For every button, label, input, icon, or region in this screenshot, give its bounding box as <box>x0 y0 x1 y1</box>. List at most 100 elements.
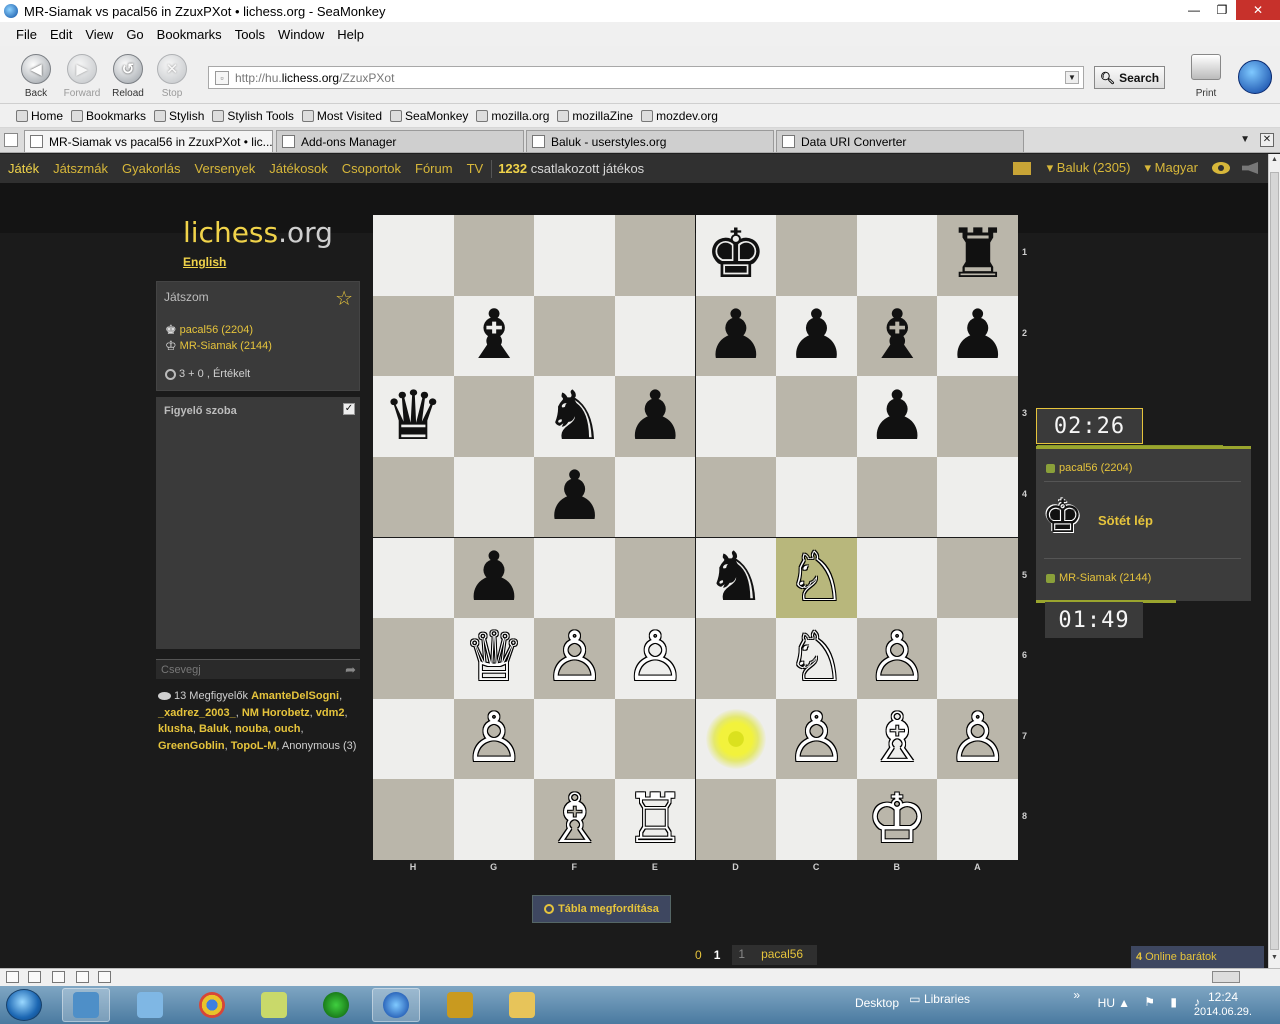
board-square[interactable]: ♝ <box>453 295 535 377</box>
bookmark-most-visited[interactable]: Most Visited <box>301 109 382 123</box>
chess-piece[interactable]: ♟ <box>625 382 686 451</box>
message-envelope-icon[interactable] <box>1012 161 1031 175</box>
network-icon[interactable]: ▮ <box>1170 995 1177 1009</box>
status-icon-mail[interactable] <box>28 971 41 983</box>
board-square[interactable] <box>937 537 1018 619</box>
board-square[interactable] <box>856 456 938 538</box>
board-square[interactable]: ♘ <box>776 537 857 619</box>
chess-piece[interactable]: ♖ <box>625 785 686 854</box>
board-square[interactable]: ♗ <box>856 698 938 780</box>
board-square[interactable]: ♟ <box>856 376 938 457</box>
top-player[interactable]: pacal56 (2204) <box>1046 462 1132 474</box>
reload-button[interactable]: ↺ Reload <box>108 54 148 99</box>
search-button[interactable]: 🔍︎ Search <box>1094 66 1165 89</box>
spectator[interactable]: NM Horobetz <box>242 707 310 719</box>
board-square[interactable] <box>373 618 454 699</box>
chess-piece[interactable]: ♟ <box>867 382 928 451</box>
chess-piece[interactable]: ♟ <box>463 543 524 612</box>
board-square[interactable]: ♟ <box>614 376 696 457</box>
status-icon-online[interactable] <box>6 971 19 983</box>
chess-piece[interactable]: ♞ <box>544 382 605 451</box>
spectator[interactable]: GreenGoblin <box>158 740 225 752</box>
board-square[interactable]: ♙ <box>614 618 696 699</box>
chess-piece[interactable]: ♚ <box>705 221 766 289</box>
board-square[interactable]: ♘ <box>776 618 857 699</box>
board-square[interactable] <box>373 698 454 780</box>
tab-data-uri-converter[interactable]: Data URI Converter <box>776 130 1024 152</box>
user-menu[interactable]: ▾ Baluk (2305) <box>1047 160 1131 176</box>
url-dropdown-icon[interactable]: ▼ <box>1065 71 1079 84</box>
tab-addons-manager[interactable]: Add-ons Manager <box>276 130 524 152</box>
board-square[interactable] <box>614 295 696 377</box>
nav-link-gyakorlas[interactable]: Gyakorlás <box>122 161 181 176</box>
menu-go[interactable]: Go <box>126 27 143 42</box>
status-icon-composer[interactable] <box>52 971 65 983</box>
forward-button[interactable]: ▶ Forward <box>62 54 102 99</box>
board-square[interactable]: ♟ <box>776 295 857 377</box>
board-square[interactable]: ♛ <box>373 376 454 457</box>
board-square[interactable] <box>373 295 454 377</box>
chess-piece[interactable]: ♙ <box>867 624 928 692</box>
board-square[interactable] <box>695 618 777 699</box>
bookmark-seamonkey[interactable]: SeaMonkey <box>390 109 468 123</box>
print-button[interactable]: Print <box>1186 54 1226 99</box>
chess-piece[interactable]: ♗ <box>867 705 928 773</box>
nav-link-jatszmak[interactable]: Játszmák <box>53 161 108 176</box>
board-square[interactable]: ♟ <box>534 456 615 538</box>
chess-piece[interactable]: ♘ <box>786 624 847 692</box>
nav-link-jatekosok[interactable]: Játékosok <box>269 161 328 176</box>
board-square[interactable] <box>614 215 696 296</box>
move-nav-current[interactable]: 1 <box>714 948 721 962</box>
board-square[interactable] <box>937 618 1018 699</box>
libraries-toolbar[interactable]: ▭ Libraries <box>909 992 970 1006</box>
bookmark-bookmarks[interactable]: Bookmarks <box>71 109 146 123</box>
tray-expand-icon[interactable]: » <box>1073 988 1080 1002</box>
minimize-button[interactable]: — <box>1180 0 1208 20</box>
nav-link-forum[interactable]: Fórum <box>415 161 453 176</box>
board-square[interactable] <box>373 456 454 538</box>
board-square[interactable]: ♙ <box>856 618 938 699</box>
star-icon[interactable]: ☆ <box>335 286 353 311</box>
board-square[interactable]: ♕ <box>453 618 535 699</box>
nav-link-csoportok[interactable]: Csoportok <box>342 161 401 176</box>
board-square[interactable] <box>453 456 535 538</box>
board-square[interactable]: ♔ <box>856 779 938 860</box>
chess-piece[interactable]: ♛ <box>383 382 444 451</box>
spectator[interactable]: Baluk <box>199 723 229 735</box>
board-square[interactable] <box>695 698 777 780</box>
eye-icon[interactable] <box>1212 162 1230 174</box>
board-square[interactable] <box>776 215 857 296</box>
board-square[interactable] <box>776 376 857 457</box>
board-square[interactable] <box>453 376 535 457</box>
taskbar-app-green[interactable] <box>312 988 360 1022</box>
taskbar-app-folder[interactable] <box>498 988 546 1022</box>
menu-window[interactable]: Window <box>278 27 324 42</box>
send-arrow-icon[interactable]: ➦ <box>345 662 356 678</box>
chess-piece[interactable]: ♙ <box>625 624 686 692</box>
board-square[interactable] <box>937 779 1018 860</box>
board-square[interactable] <box>614 698 696 780</box>
chess-piece[interactable]: ♝ <box>463 301 524 370</box>
tab-userstyles[interactable]: Baluk - userstyles.org <box>526 130 774 152</box>
speaker-icon[interactable] <box>1242 162 1258 174</box>
chess-piece[interactable]: ♙ <box>947 705 1008 773</box>
board-square[interactable]: ♙ <box>937 698 1018 780</box>
board-square[interactable] <box>614 456 696 538</box>
chess-piece[interactable]: ♟ <box>544 463 605 531</box>
board-square[interactable] <box>695 456 777 538</box>
menu-edit[interactable]: Edit <box>50 27 72 42</box>
board-square[interactable] <box>373 215 454 296</box>
start-button[interactable] <box>6 989 42 1021</box>
back-button[interactable]: ◀ Back <box>16 54 56 99</box>
board-square[interactable] <box>373 537 454 619</box>
clock-date[interactable]: 2014.06.29. <box>1194 1006 1252 1018</box>
board-square[interactable]: ♙ <box>776 698 857 780</box>
chat-input[interactable]: Csevegj ➦ <box>156 659 360 679</box>
taskbar-app-fireworks[interactable] <box>436 988 484 1022</box>
bookmark-mozillazine[interactable]: mozillaZine <box>557 109 633 123</box>
board-square[interactable] <box>534 215 615 296</box>
tab-lichess-game[interactable]: MR-Siamak vs pacal56 in ZzuxPXot • lic..… <box>24 130 273 152</box>
tab-list-icon[interactable] <box>4 133 18 147</box>
online-friends-button[interactable]: 4 Online barátok <box>1131 946 1264 968</box>
url-input[interactable]: ▫ http://hu.lichess.org/ZzuxPXot ▼ <box>208 66 1084 89</box>
